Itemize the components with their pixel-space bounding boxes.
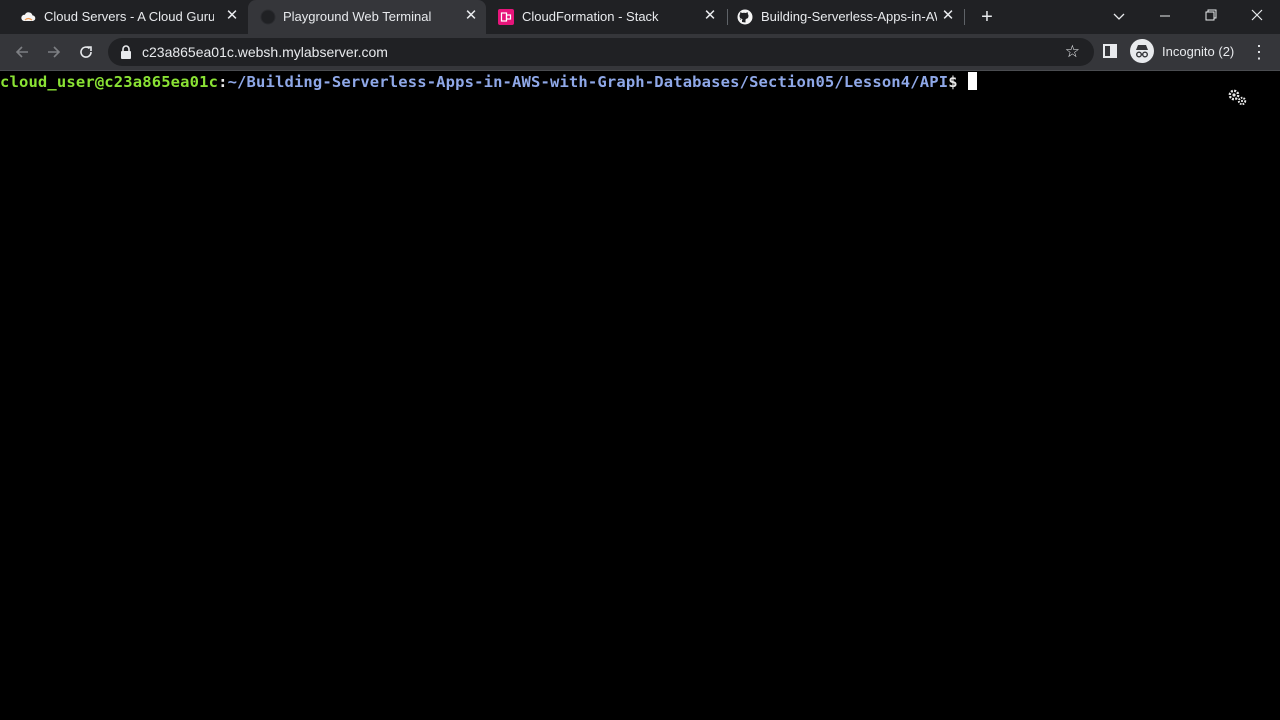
tab-title: Playground Web Terminal <box>283 9 432 24</box>
prompt-colon: : <box>218 73 228 91</box>
terminal-cursor <box>967 72 977 90</box>
tab-github-repo[interactable]: Building-Serverless-Apps-in-AWS ✕ <box>728 0 964 34</box>
tab-separator <box>964 9 965 25</box>
tab-cloudformation-stack[interactable]: CloudFormation - Stack ✕ <box>488 0 726 34</box>
minimize-icon[interactable] <box>1154 5 1176 27</box>
incognito-profile-button[interactable]: Incognito (2) <box>1130 39 1234 63</box>
settings-gears-icon[interactable] <box>1226 87 1250 107</box>
terminal-screen[interactable]: cloud_user@c23a865ea01c:~/Building-Serve… <box>0 71 1280 720</box>
tab-search-icon[interactable] <box>1108 5 1130 27</box>
incognito-icon <box>1130 39 1154 63</box>
terminal-icon <box>260 9 276 25</box>
tab-close-button[interactable]: ✕ <box>940 8 956 24</box>
tab-close-button[interactable]: ✕ <box>224 8 240 24</box>
lock-icon[interactable] <box>120 44 132 60</box>
tab-title: CloudFormation - Stack <box>522 9 659 24</box>
side-panel-icon[interactable] <box>1103 44 1117 58</box>
address-bar[interactable]: c23a865ea01c.websh.mylabserver.com ☆ <box>108 38 1094 66</box>
tab-strip: Cloud Servers - A Cloud Guru ✕ Playgroun… <box>0 0 1280 34</box>
cloud-icon <box>20 9 36 25</box>
restore-icon[interactable] <box>1200 5 1222 27</box>
url-text: c23a865ea01c.websh.mylabserver.com <box>142 44 388 60</box>
close-window-icon[interactable] <box>1246 5 1268 27</box>
tab-cloud-servers[interactable]: Cloud Servers - A Cloud Guru ✕ <box>0 0 246 34</box>
reload-button[interactable] <box>75 41 97 63</box>
tab-close-button[interactable]: ✕ <box>463 8 479 24</box>
forward-button[interactable] <box>43 41 65 63</box>
tab-title: Building-Serverless-Apps-in-AWS <box>761 9 937 24</box>
bookmark-star-icon[interactable]: ☆ <box>1065 42 1080 62</box>
tab-close-button[interactable]: ✕ <box>702 8 718 24</box>
cloudformation-icon <box>498 9 514 25</box>
browser-menu-icon[interactable]: ⋮ <box>1250 41 1268 63</box>
new-tab-button[interactable]: + <box>977 7 997 27</box>
prompt-user-host: cloud_user@c23a865ea01c <box>0 73 219 91</box>
terminal-prompt: cloud_user@c23a865ea01c:~/Building-Serve… <box>0 72 977 91</box>
tab-title: Cloud Servers - A Cloud Guru <box>44 9 214 24</box>
prompt-dollar: $ <box>948 73 958 91</box>
prompt-path: ~/Building-Serverless-Apps-in-AWS-with-G… <box>227 73 949 91</box>
back-button[interactable] <box>11 41 33 63</box>
browser-toolbar: c23a865ea01c.websh.mylabserver.com ☆ Inc… <box>0 34 1280 71</box>
incognito-label: Incognito (2) <box>1162 43 1235 59</box>
tab-playground-web-terminal[interactable]: Playground Web Terminal ✕ <box>248 0 486 34</box>
github-icon <box>737 9 753 25</box>
